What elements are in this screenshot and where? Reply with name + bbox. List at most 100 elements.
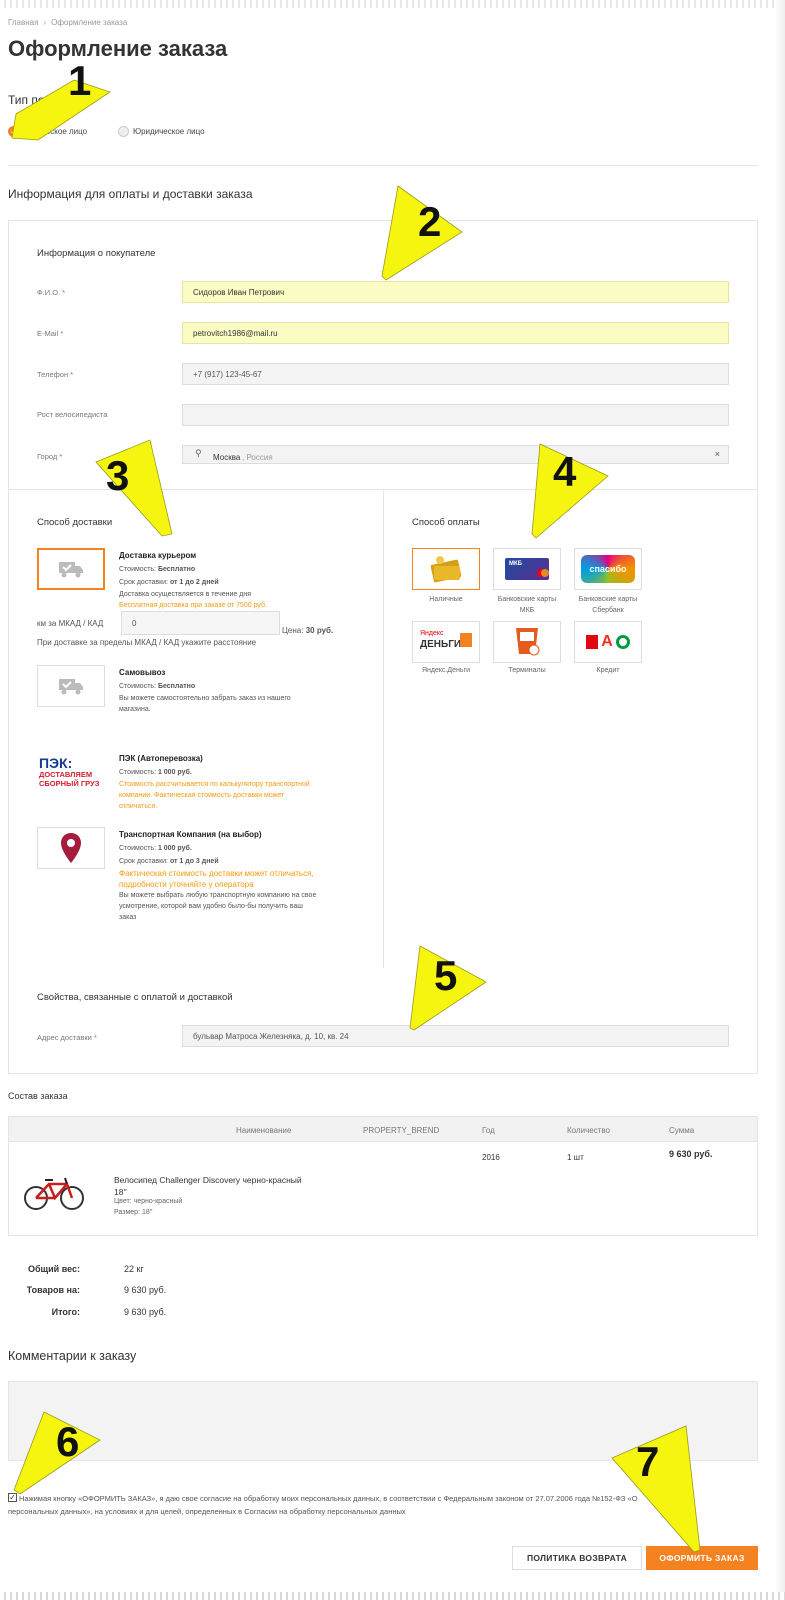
pek-warning: Стоимость рассчитывается по калькулятору…: [119, 781, 310, 788]
consent-checkbox[interactable]: ✓: [8, 1493, 17, 1502]
wallet-icon: [430, 556, 462, 583]
divider: [8, 165, 758, 166]
item-qty: 1 шт: [567, 1153, 584, 1162]
col-sum: Сумма: [669, 1126, 695, 1135]
pek-title: ПЭК (Автоперевозка): [119, 754, 203, 763]
fio-label: Ф.И.О. *: [37, 288, 66, 297]
radio-individual[interactable]: ✓ Физическое лицо: [8, 126, 87, 137]
torn-edge-bottom: [0, 1592, 785, 1600]
payment-terminal-label: Терминалы: [508, 667, 546, 674]
km-input[interactable]: 0: [121, 611, 280, 635]
item-name[interactable]: Велосипед Challenger Discovery черно-кра…: [114, 1175, 302, 1185]
search-icon: ⚲: [195, 448, 202, 458]
item-color: Цвет: черно-красный: [114, 1198, 183, 1205]
payment-mkb-label: Банковские карты МКБ: [497, 596, 557, 614]
col-brand: PROPERTY_BREND: [363, 1126, 440, 1135]
breadcrumb-current: Оформление заказа: [51, 18, 128, 27]
total-weight-label: Общий вес:: [27, 1264, 80, 1274]
yandex-money-logo: Яндекс ДЕНЬГИ: [418, 627, 474, 657]
km-price: Цена: 30 руб.: [282, 626, 334, 635]
credit-banks-logo: А: [586, 633, 630, 651]
payment-cash-option[interactable]: [412, 548, 480, 590]
comments-title: Комментарии к заказу: [8, 1349, 137, 1363]
city-value: Москва: [213, 453, 241, 462]
courier-note: Доставка осуществляется в течение дня: [119, 591, 251, 598]
transport-term: Срок доставки: от 1 до 3 дней: [119, 858, 219, 865]
item-size-line: 18'': [114, 1187, 127, 1197]
email-field[interactable]: petrovitch1986@mail.ru: [182, 322, 729, 344]
payment-credit-option[interactable]: А: [574, 621, 642, 663]
fio-field[interactable]: Сидоров Иван Петрович: [182, 281, 729, 303]
courier-title: Доставка курьером: [119, 551, 197, 560]
truck-icon: [59, 562, 83, 578]
pickup-note: Вы можете самостоятельно забрать заказ и…: [119, 695, 291, 702]
goods-total-value: 9 630 руб.: [124, 1285, 167, 1295]
truck-icon: [59, 679, 83, 695]
checkout-button[interactable]: ОФОРМИТЬ ЗАКАЗ: [646, 1546, 758, 1570]
bicycle-image[interactable]: [23, 1172, 85, 1212]
total-weight-value: 22 кг: [124, 1264, 144, 1274]
km-label: км за МКАД / КАД: [37, 619, 104, 628]
delivery-pek-option[interactable]: ПЭК: ДОСТАВЛЯЕМ СБОРНЫЙ ГРУЗ: [37, 751, 105, 793]
email-label: E-Mail *: [37, 329, 64, 338]
transport-title: Транспортная Компания (на выбор): [119, 830, 262, 839]
col-year: Год: [482, 1126, 495, 1135]
pickup-title: Самовывоз: [119, 668, 166, 677]
delivery-pickup-option[interactable]: [37, 665, 105, 707]
item-size: Размер: 18'': [114, 1209, 153, 1216]
phone-field[interactable]: +7 (917) 123-45-67: [182, 363, 729, 385]
transport-note: усмотрение, которой вам удобно было-бы п…: [119, 903, 303, 910]
torn-edge-top: [0, 0, 785, 8]
payment-credit-label: Кредит: [596, 667, 620, 674]
pek-warning: отличаться.: [119, 803, 158, 810]
radio-legal-entity[interactable]: Юридическое лицо: [118, 126, 205, 137]
radio-label: Юридическое лицо: [133, 127, 205, 136]
payment-title: Способ оплаты: [412, 517, 480, 528]
delivery-courier-option[interactable]: [37, 548, 105, 590]
return-policy-button[interactable]: ПОЛИТИКА ВОЗВРАТА: [512, 1546, 642, 1570]
table-row: Велосипед Challenger Discovery черно-кра…: [8, 1142, 758, 1236]
consent-text: Нажимая кнопку «ОФОРМИТЬ ЗАКАЗ», я даю с…: [19, 1494, 638, 1503]
consent-text: персональных данных», на условиях и для …: [8, 1507, 406, 1516]
payment-yandex-label: Яндекс.Деньги: [421, 667, 471, 674]
grand-total-label: Итого:: [51, 1307, 80, 1317]
phone-label: Телефон *: [37, 370, 74, 379]
payment-mkb-option[interactable]: МКБ: [493, 548, 561, 590]
pek-logo: ПЭК:: [39, 755, 73, 771]
delivery-title: Способ доставки: [37, 517, 113, 528]
km-hint: При доставке за пределы МКАД / КАД укажи…: [37, 638, 257, 647]
payment-sberbank-option[interactable]: спасибо: [574, 548, 642, 590]
address-label: Адрес доставки *: [37, 1033, 97, 1042]
courier-cost: Стоимость: Бесплатно: [119, 566, 196, 573]
page-edge-right: [775, 0, 785, 1600]
height-field[interactable]: [182, 404, 729, 426]
courier-term: Срок доставки: от 1 до 2 дней: [119, 579, 219, 586]
payment-yandex-option[interactable]: Яндекс ДЕНЬГИ: [412, 621, 480, 663]
column-divider: [383, 490, 384, 968]
comments-textarea[interactable]: [8, 1381, 758, 1461]
payment-sberbank-label: Банковские карты Сбербанк: [578, 596, 638, 614]
clear-icon[interactable]: ×: [715, 449, 720, 459]
breadcrumb-separator: ›: [43, 18, 47, 27]
goods-total-label: Товаров на:: [26, 1285, 80, 1295]
address-field[interactable]: бульвар Матроса Железняка, д. 10, кв. 24: [182, 1025, 729, 1047]
city-field[interactable]: ⚲ Москва, Россия ×: [182, 445, 729, 464]
courier-promo: Бесплатная доставка при заказе от 7500 р…: [119, 602, 267, 609]
col-name: Наименование: [236, 1126, 292, 1135]
height-label: Рост велосипедиста: [37, 410, 108, 419]
payment-terminal-option[interactable]: [493, 621, 561, 663]
radio-unchecked-icon: [118, 126, 129, 137]
properties-title: Свойства, связанные с оплатой и доставко…: [37, 992, 233, 1003]
spasibo-logo: спасибо: [581, 555, 635, 583]
delivery-transport-option[interactable]: [37, 827, 105, 869]
terminal-icon: [516, 628, 540, 656]
card-icon: МКБ: [505, 558, 549, 580]
pek-logo-text: ДОСТАВЛЯЕМ: [39, 770, 93, 779]
col-qty: Количество: [567, 1126, 610, 1135]
order-table-header: Наименование PROPERTY_BREND Год Количест…: [8, 1116, 758, 1142]
breadcrumb-home[interactable]: Главная: [8, 18, 38, 27]
pickup-cost: Стоимость: Бесплатно: [119, 683, 196, 690]
order-title: Состав заказа: [8, 1091, 68, 1101]
city-country: , Россия: [242, 453, 273, 462]
radio-label: Физическое лицо: [23, 127, 88, 136]
